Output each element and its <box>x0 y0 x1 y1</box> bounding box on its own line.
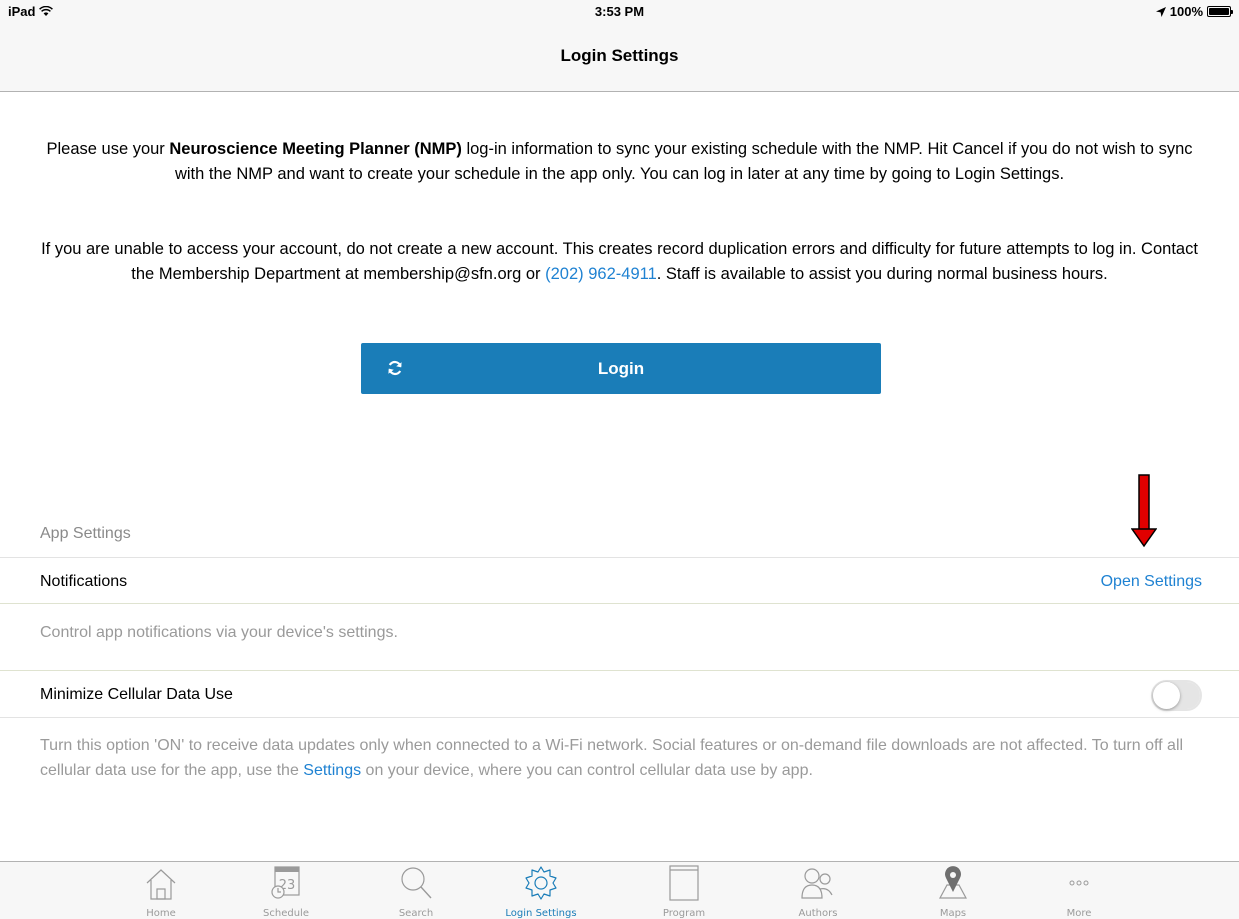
notifications-footer: Control app notifications via your devic… <box>40 624 398 641</box>
login-button-label: Login <box>597 359 645 378</box>
people-icon <box>801 868 833 899</box>
cellular-data-label: Minimize Cellular Data Use <box>40 686 233 703</box>
tab-label: More <box>1066 908 1092 919</box>
search-icon <box>401 867 432 899</box>
battery-icon <box>1207 6 1233 17</box>
cellular-data-toggle[interactable] <box>1151 680 1202 711</box>
book-icon <box>669 865 699 901</box>
tab-label: Authors <box>798 908 838 919</box>
settings-link[interactable]: Settings <box>303 762 361 779</box>
more-icon <box>1069 880 1089 886</box>
gear-icon <box>525 866 557 900</box>
toggle-knob <box>1153 682 1180 709</box>
intro-text: Please use your <box>46 140 170 158</box>
tab-label: Home <box>146 908 176 919</box>
tab-bar: Home 23 Schedule Search Login Settings P… <box>0 861 1239 919</box>
cellular-footer-text: on your device, where you can control ce… <box>361 762 813 779</box>
battery-percent: 100% <box>1169 4 1203 19</box>
cellular-data-row: Minimize Cellular Data Use <box>0 670 1239 718</box>
status-bar: iPad 3:53 PM 100% <box>0 0 1239 24</box>
app-settings-header: App Settings <box>40 525 131 542</box>
cellular-data-footer: Turn this option 'ON' to receive data up… <box>40 733 1205 783</box>
tab-label: Program <box>662 908 706 919</box>
nmp-name: Neuroscience Meeting Planner (NMP) <box>169 140 462 158</box>
notifications-label: Notifications <box>40 573 128 590</box>
page-title: Login Settings <box>560 46 679 65</box>
phone-link[interactable]: (202) 962-4911 <box>545 265 657 283</box>
tab-login-settings[interactable]: Login Settings <box>491 862 591 919</box>
intro-paragraph-2: If you are unable to access your account… <box>40 237 1199 287</box>
home-icon <box>146 869 176 900</box>
tab-label: Search <box>398 908 434 919</box>
open-settings-link[interactable]: Open Settings <box>1101 573 1202 591</box>
status-time: 3:53 PM <box>594 4 645 19</box>
location-arrow-icon <box>1155 6 1166 17</box>
tab-home[interactable]: Home <box>111 862 211 919</box>
status-right: 100% <box>1155 4 1233 19</box>
tab-label: Schedule <box>263 908 309 919</box>
annotation-arrow-icon <box>1131 474 1157 548</box>
login-button[interactable]: Login <box>361 343 881 394</box>
tab-program[interactable]: Program <box>634 862 734 919</box>
tab-authors[interactable]: Authors <box>768 862 868 919</box>
tab-label: Login Settings <box>505 908 577 919</box>
notifications-row: Notifications Open Settings <box>0 557 1239 604</box>
tab-schedule[interactable]: 23 Schedule <box>236 862 336 919</box>
navigation-bar: Login Settings <box>0 24 1239 92</box>
intro-text: . Staff is available to assist you durin… <box>656 265 1108 283</box>
tab-more[interactable]: More <box>1029 862 1129 919</box>
calendar-icon: 23 <box>271 866 300 899</box>
intro-paragraph-1: Please use your Neuroscience Meeting Pla… <box>40 137 1199 187</box>
tab-maps[interactable]: Maps <box>903 862 1003 919</box>
tab-label: Maps <box>939 908 967 919</box>
tab-search[interactable]: Search <box>366 862 466 919</box>
map-pin-icon <box>938 866 968 899</box>
